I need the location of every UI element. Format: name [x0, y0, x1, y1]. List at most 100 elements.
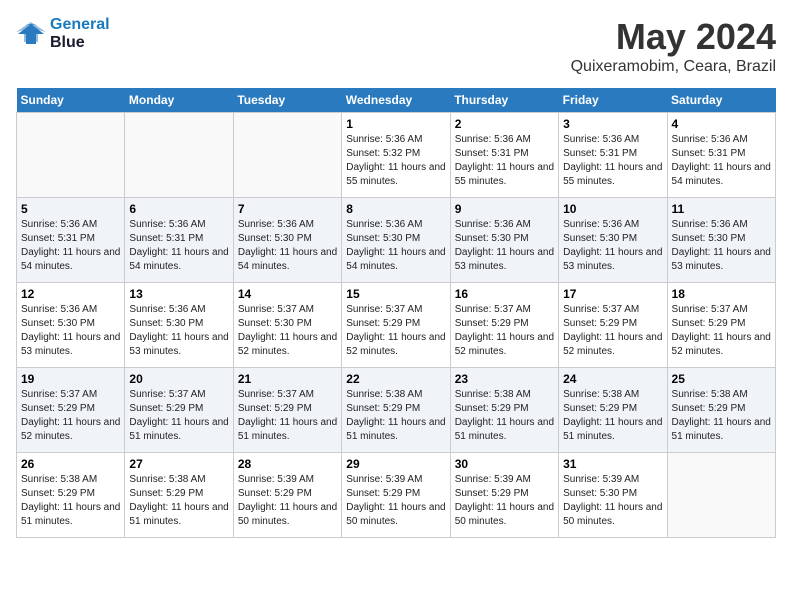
- calendar-cell: 29Sunrise: 5:39 AMSunset: 5:29 PMDayligh…: [342, 453, 450, 538]
- day-info: Sunrise: 5:38 AMSunset: 5:29 PMDaylight:…: [346, 388, 445, 444]
- day-info: Sunrise: 5:39 AMSunset: 5:29 PMDaylight:…: [238, 473, 337, 529]
- calendar-cell: 7 Sunrise: 5:36 AMSunset: 5:30 PMDaylight…: [233, 198, 341, 283]
- calendar-cell: [667, 453, 775, 538]
- day-info: Sunrise: 5:36 AMSunset: 5:30 PMDaylight:…: [21, 303, 120, 359]
- calendar-cell: 24Sunrise: 5:38 AMSunset: 5:29 PMDayligh…: [559, 368, 667, 453]
- day-number: 7: [238, 202, 337, 216]
- day-info: Sunrise: 5:36 AMSunset: 5:30 PMDaylight:…: [563, 218, 662, 274]
- day-info: Sunrise: 5:37 AMSunset: 5:29 PMDaylight:…: [129, 388, 228, 444]
- day-info: Sunrise: 5:36 AMSunset: 5:31 PMDaylight:…: [563, 133, 662, 189]
- page-header: General Blue May 2024 Quixeramobim, Cear…: [16, 16, 776, 76]
- calendar-cell: 1Sunrise: 5:36 AMSunset: 5:32 PMDaylight…: [342, 113, 450, 198]
- logo-icon: [16, 20, 46, 48]
- day-number: 2: [455, 117, 554, 131]
- calendar-cell: 5 Sunrise: 5:36 AMSunset: 5:31 PMDaylight…: [17, 198, 125, 283]
- day-info: Sunrise: 5:36 AMSunset: 5:32 PMDaylight:…: [346, 133, 445, 189]
- weekday-header: Friday: [559, 88, 667, 113]
- day-number: 20: [129, 372, 228, 386]
- calendar-cell: 19Sunrise: 5:37 AMSunset: 5:29 PMDayligh…: [17, 368, 125, 453]
- calendar-cell: [125, 113, 233, 198]
- day-number: 21: [238, 372, 337, 386]
- calendar-cell: 18 Sunrise: 5:37 AMSunset: 5:29 PMDayligh…: [667, 283, 775, 368]
- day-number: 23: [455, 372, 554, 386]
- calendar-cell: 14 Sunrise: 5:37 AMSunset: 5:30 PMDayligh…: [233, 283, 341, 368]
- day-number: 16: [455, 287, 554, 301]
- day-info: Sunrise: 5:36 AMSunset: 5:30 PMDaylight:…: [346, 218, 445, 274]
- day-number: 10: [563, 202, 662, 216]
- day-number: 12: [21, 287, 120, 301]
- day-info: Sunrise: 5:38 AMSunset: 5:29 PMDaylight:…: [21, 473, 120, 529]
- calendar-cell: 16Sunrise: 5:37 AMSunset: 5:29 PMDayligh…: [450, 283, 558, 368]
- day-info: Sunrise: 5:36 AMSunset: 5:31 PMDaylight:…: [21, 218, 120, 274]
- weekday-header: Thursday: [450, 88, 558, 113]
- calendar-cell: 22 Sunrise: 5:38 AMSunset: 5:29 PMDayligh…: [342, 368, 450, 453]
- day-info: Sunrise: 5:36 AMSunset: 5:30 PMDaylight:…: [455, 218, 554, 274]
- calendar-cell: 31 Sunrise: 5:39 AMSunset: 5:30 PMDayligh…: [559, 453, 667, 538]
- calendar-cell: 9 Sunrise: 5:36 AMSunset: 5:30 PMDaylight…: [450, 198, 558, 283]
- calendar-cell: 30Sunrise: 5:39 AMSunset: 5:29 PMDayligh…: [450, 453, 558, 538]
- day-number: 22: [346, 372, 445, 386]
- day-number: 11: [672, 202, 771, 216]
- calendar-cell: 6 Sunrise: 5:36 AMSunset: 5:31 PMDaylight…: [125, 198, 233, 283]
- day-number: 6: [129, 202, 228, 216]
- day-info: Sunrise: 5:39 AMSunset: 5:30 PMDaylight:…: [563, 473, 662, 529]
- day-info: Sunrise: 5:38 AMSunset: 5:29 PMDaylight:…: [129, 473, 228, 529]
- calendar-cell: 20 Sunrise: 5:37 AMSunset: 5:29 PMDayligh…: [125, 368, 233, 453]
- calendar-cell: 21 Sunrise: 5:37 AMSunset: 5:29 PMDayligh…: [233, 368, 341, 453]
- day-info: Sunrise: 5:38 AMSunset: 5:29 PMDaylight:…: [672, 388, 771, 444]
- logo-line1: General: [50, 16, 110, 34]
- calendar-cell: 13Sunrise: 5:36 AMSunset: 5:30 PMDayligh…: [125, 283, 233, 368]
- day-number: 18: [672, 287, 771, 301]
- day-info: Sunrise: 5:37 AMSunset: 5:29 PMDaylight:…: [346, 303, 445, 359]
- day-number: 8: [346, 202, 445, 216]
- calendar-cell: 26 Sunrise: 5:38 AMSunset: 5:29 PMDayligh…: [17, 453, 125, 538]
- title-block: May 2024 Quixeramobim, Ceara, Brazil: [571, 16, 776, 76]
- day-number: 31: [563, 457, 662, 471]
- calendar-cell: 28 Sunrise: 5:39 AMSunset: 5:29 PMDayligh…: [233, 453, 341, 538]
- logo: General Blue: [16, 16, 110, 51]
- weekday-header: Wednesday: [342, 88, 450, 113]
- day-info: Sunrise: 5:38 AMSunset: 5:29 PMDaylight:…: [455, 388, 554, 444]
- day-info: Sunrise: 5:37 AMSunset: 5:30 PMDaylight:…: [238, 303, 337, 359]
- day-number: 28: [238, 457, 337, 471]
- day-info: Sunrise: 5:37 AMSunset: 5:29 PMDaylight:…: [238, 388, 337, 444]
- calendar-cell: [233, 113, 341, 198]
- day-number: 3: [563, 117, 662, 131]
- day-info: Sunrise: 5:36 AMSunset: 5:30 PMDaylight:…: [672, 218, 771, 274]
- calendar-cell: 23 Sunrise: 5:38 AMSunset: 5:29 PMDayligh…: [450, 368, 558, 453]
- day-info: Sunrise: 5:36 AMSunset: 5:30 PMDaylight:…: [129, 303, 228, 359]
- day-info: Sunrise: 5:36 AMSunset: 5:31 PMDaylight:…: [129, 218, 228, 274]
- day-info: Sunrise: 5:37 AMSunset: 5:29 PMDaylight:…: [21, 388, 120, 444]
- day-number: 24: [563, 372, 662, 386]
- logo-text: General Blue: [50, 16, 110, 51]
- day-info: Sunrise: 5:36 AMSunset: 5:31 PMDaylight:…: [672, 133, 771, 189]
- calendar-header-row: SundayMondayTuesdayWednesdayThursdayFrid…: [17, 88, 776, 113]
- day-number: 30: [455, 457, 554, 471]
- day-number: 9: [455, 202, 554, 216]
- calendar-cell: 27 Sunrise: 5:38 AMSunset: 5:29 PMDayligh…: [125, 453, 233, 538]
- weekday-header: Monday: [125, 88, 233, 113]
- location-title: Quixeramobim, Ceara, Brazil: [571, 58, 776, 76]
- calendar-cell: [17, 113, 125, 198]
- day-info: Sunrise: 5:37 AMSunset: 5:29 PMDaylight:…: [672, 303, 771, 359]
- calendar-cell: 4 Sunrise: 5:36 AMSunset: 5:31 PMDaylight…: [667, 113, 775, 198]
- month-title: May 2024: [571, 16, 776, 58]
- calendar-week-row: 5 Sunrise: 5:36 AMSunset: 5:31 PMDaylight…: [17, 198, 776, 283]
- calendar-cell: 10 Sunrise: 5:36 AMSunset: 5:30 PMDayligh…: [559, 198, 667, 283]
- day-number: 27: [129, 457, 228, 471]
- weekday-header: Sunday: [17, 88, 125, 113]
- calendar-cell: 11 Sunrise: 5:36 AMSunset: 5:30 PMDayligh…: [667, 198, 775, 283]
- calendar-cell: 15Sunrise: 5:37 AMSunset: 5:29 PMDayligh…: [342, 283, 450, 368]
- calendar-cell: 8 Sunrise: 5:36 AMSunset: 5:30 PMDaylight…: [342, 198, 450, 283]
- day-number: 25: [672, 372, 771, 386]
- logo-line2: Blue: [50, 34, 110, 52]
- calendar-week-row: 1Sunrise: 5:36 AMSunset: 5:32 PMDaylight…: [17, 113, 776, 198]
- weekday-header: Tuesday: [233, 88, 341, 113]
- day-number: 4: [672, 117, 771, 131]
- day-number: 5: [21, 202, 120, 216]
- day-number: 17: [563, 287, 662, 301]
- calendar-cell: 2Sunrise: 5:36 AMSunset: 5:31 PMDaylight…: [450, 113, 558, 198]
- day-number: 26: [21, 457, 120, 471]
- day-info: Sunrise: 5:36 AMSunset: 5:30 PMDaylight:…: [238, 218, 337, 274]
- day-number: 14: [238, 287, 337, 301]
